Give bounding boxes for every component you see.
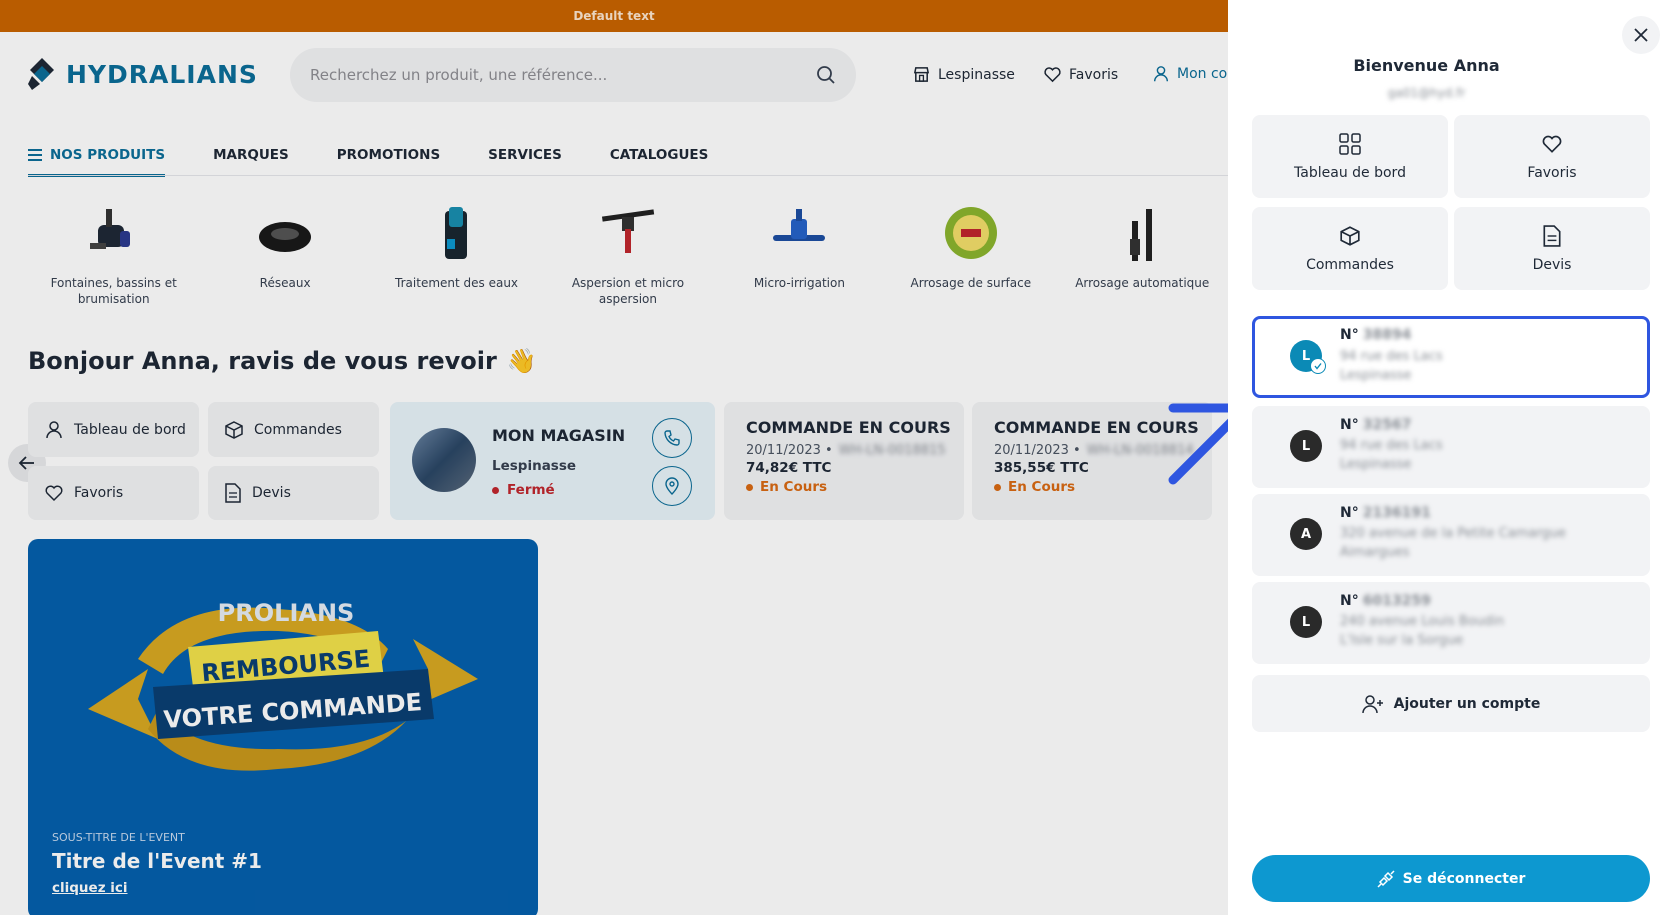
account-item[interactable]: L N° 6013259 240 avenue Louis Boudin L'Is… — [1252, 582, 1650, 664]
document-icon — [1543, 224, 1561, 247]
package-icon — [1340, 225, 1360, 246]
account-address: 240 avenue Louis Boudin — [1340, 614, 1505, 629]
panel-dashboard-label: Tableau de bord — [1294, 164, 1406, 181]
grid-icon — [1339, 132, 1361, 155]
modal-backdrop[interactable] — [0, 0, 1228, 915]
account-number: N° 6013259 — [1340, 593, 1431, 609]
logout-label: Se déconnecter — [1402, 870, 1526, 887]
account-initial: L — [1301, 614, 1311, 630]
account-item-selected[interactable]: L N° 38894 94 rue des Lacs Lespinasse — [1252, 316, 1650, 398]
account-initial: L — [1301, 348, 1311, 364]
account-initial: L — [1301, 438, 1311, 454]
account-number: N° 2136191 — [1340, 505, 1431, 521]
account-number: N° 38894 — [1340, 327, 1411, 343]
account-panel: Bienvenue Anna ga01@hyd.fr Tableau de bo… — [1228, 0, 1662, 915]
account-address: 320 avenue de la Petite Camargue — [1340, 526, 1566, 541]
account-number-value: 6013259 — [1362, 593, 1431, 609]
unplug-icon — [1377, 869, 1395, 888]
account-number-label: N° — [1340, 593, 1359, 609]
page: { "banner":{"text":"Default text"}, "hea… — [0, 0, 1662, 915]
account-number-label: N° — [1340, 505, 1359, 521]
close-panel-button[interactable] — [1622, 16, 1660, 54]
welcome-title: Bienvenue Anna — [1353, 56, 1500, 75]
panel-orders-label: Commandes — [1306, 256, 1394, 273]
panel-quotes-tile[interactable]: Devis — [1454, 207, 1650, 290]
account-number-value: 32567 — [1362, 417, 1412, 433]
account-item[interactable]: L N° 32567 94 rue des Lacs Lespinasse — [1252, 406, 1650, 488]
account-city: Aimargues — [1340, 545, 1410, 560]
panel-favorites-label: Favoris — [1527, 164, 1577, 181]
panel-dashboard-tile[interactable]: Tableau de bord — [1252, 115, 1448, 198]
account-address: 94 rue des Lacs — [1340, 349, 1443, 364]
panel-favorites-tile[interactable]: Favoris — [1454, 115, 1650, 198]
logout-button[interactable]: Se déconnecter — [1252, 855, 1650, 902]
account-number-label: N° — [1340, 327, 1359, 343]
add-account-label: Ajouter un compte — [1393, 695, 1541, 712]
account-avatar: L — [1290, 430, 1322, 462]
account-city: Lespinasse — [1340, 368, 1412, 383]
panel-quotes-label: Devis — [1532, 256, 1572, 273]
account-number-value: 2136191 — [1362, 505, 1431, 521]
account-initial: A — [1300, 526, 1312, 542]
account-avatar: A — [1290, 518, 1322, 550]
account-number-value: 38894 — [1362, 327, 1412, 343]
add-account-button[interactable]: Ajouter un compte — [1252, 675, 1650, 732]
account-avatar: L — [1290, 340, 1326, 374]
heart-icon — [1542, 135, 1562, 153]
account-city: L'Isle sur la Sorgue — [1340, 633, 1464, 648]
account-address: 94 rue des Lacs — [1340, 438, 1443, 453]
account-avatar: L — [1290, 606, 1322, 638]
add-user-icon — [1361, 694, 1383, 713]
account-number: N° 32567 — [1340, 417, 1411, 433]
account-city: Lespinasse — [1340, 457, 1412, 472]
account-number-label: N° — [1340, 417, 1359, 433]
panel-orders-tile[interactable]: Commandes — [1252, 207, 1448, 290]
close-icon — [1634, 28, 1648, 42]
check-icon — [1310, 358, 1326, 374]
user-email: ga01@hyd.fr — [1387, 86, 1466, 100]
account-item[interactable]: A N° 2136191 320 avenue de la Petite Cama… — [1252, 494, 1650, 576]
